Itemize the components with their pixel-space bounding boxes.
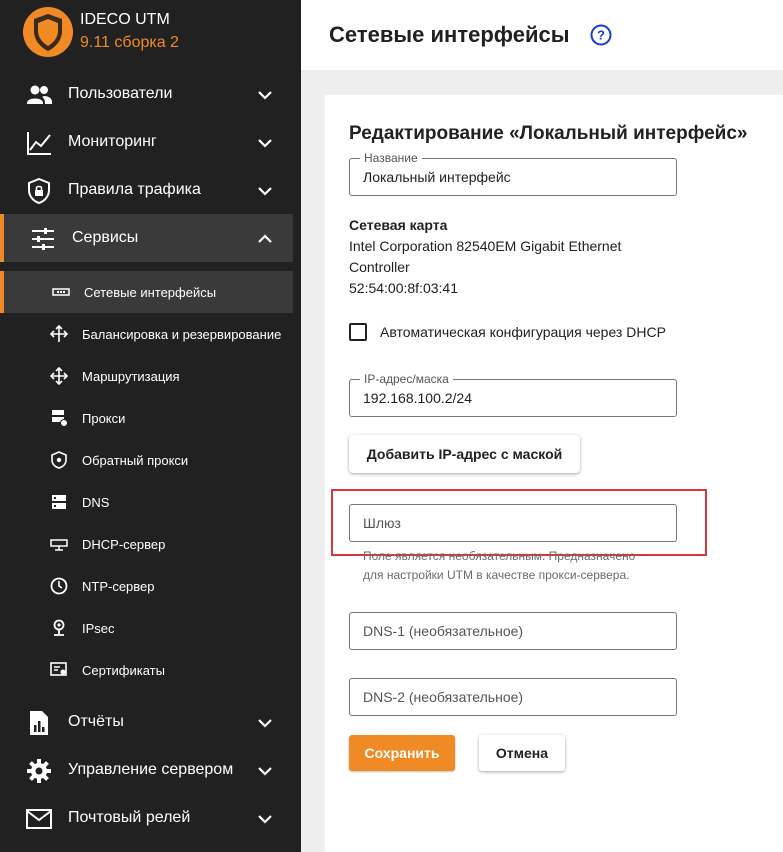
sidebar-item-label: Почтовый релей	[68, 809, 191, 826]
sidebar-item-label: Правила трафика	[68, 181, 201, 198]
sidebar-subitem-label: Балансировка и резервирование	[82, 326, 282, 342]
sidebar-subitem-network-interfaces[interactable]: Сетевые интерфейсы	[0, 271, 293, 313]
balance-icon	[50, 325, 68, 342]
sidebar-subitem-label: DHCP-сервер	[82, 536, 166, 552]
chevron-down-icon	[258, 767, 272, 776]
shield-lock-icon	[28, 178, 50, 204]
nic-title: Сетевая карта	[349, 217, 448, 233]
active-indicator	[0, 271, 4, 313]
sidebar: IDECO UTM 9.11 сборка 2 Пользователи Мон…	[0, 0, 301, 852]
app-version: 9.11 сборка 2	[80, 34, 179, 51]
gateway-placeholder: Шлюз	[363, 515, 401, 531]
gateway-hint-line: для настройки UTM в качестве прокси-серв…	[363, 568, 630, 582]
dhcp-checkbox[interactable]	[349, 323, 367, 341]
sidebar-subitem-reverse-proxy[interactable]: Обратный прокси	[0, 439, 293, 481]
help-icon[interactable]: ?	[590, 24, 612, 46]
sidebar-item-label: Управление сервером	[68, 761, 234, 778]
sidebar-subitem-label: Прокси	[82, 410, 126, 426]
sidebar-subitem-dns[interactable]: DNS	[0, 481, 293, 523]
chevron-down-icon	[258, 815, 272, 824]
nic-mac: 52:54:00:8f:03:41	[349, 280, 458, 296]
dns-icon	[52, 495, 66, 509]
edit-interface-card: Редактирование «Локальный интерфейс» Наз…	[325, 95, 783, 852]
active-indicator	[0, 214, 4, 262]
form-title: Редактирование «Локальный интерфейс»	[349, 123, 748, 144]
sidebar-subitem-certificates[interactable]: Сертификаты	[0, 649, 293, 691]
dns2-placeholder: DNS-2 (необязательное)	[363, 689, 524, 705]
sidebar-item-label: Отчёты	[68, 713, 124, 730]
routing-icon	[50, 367, 68, 385]
ipsec-icon	[53, 619, 65, 636]
chevron-down-icon	[258, 139, 272, 148]
dhcp-checkbox-label: Автоматическая конфигурация через DHCP	[380, 324, 666, 340]
chevron-up-icon	[258, 234, 272, 243]
sidebar-subitem-label: DNS	[82, 494, 110, 510]
chevron-down-icon	[258, 187, 272, 196]
name-field[interactable]: Название Локальный интерфейс	[349, 151, 677, 196]
gateway-hint-line: Поле является необязательным. Предназнач…	[363, 549, 636, 563]
shield-logo-icon	[23, 7, 73, 57]
sidebar-item-label: Сервисы	[72, 229, 139, 246]
ip-mask-field-value: 192.168.100.2/24	[363, 390, 472, 406]
nic-model: Intel Corporation 82540EM Gigabit Ethern…	[349, 238, 622, 254]
certificate-icon	[50, 662, 67, 676]
sidebar-item-server-management[interactable]: Управление сервером	[0, 746, 293, 794]
sidebar-subitem-proxy[interactable]: Прокси	[0, 397, 293, 439]
sidebar-item-services[interactable]: Сервисы	[0, 214, 293, 262]
name-field-value: Локальный интерфейс	[363, 169, 511, 185]
sidebar-subitem-balancing[interactable]: Балансировка и резервирование	[0, 313, 293, 355]
ip-mask-field[interactable]: IP-адрес/маска 192.168.100.2/24	[349, 372, 677, 417]
chart-line-icon	[27, 132, 51, 155]
sidebar-subitem-ntp[interactable]: NTP-сервер	[0, 565, 293, 607]
sidebar-item-traffic-rules[interactable]: Правила трафика	[0, 166, 293, 214]
brand: IDECO UTM 9.11 сборка 2	[22, 6, 179, 58]
ip-mask-field-label: IP-адрес/маска	[360, 372, 453, 386]
sidebar-item-users[interactable]: Пользователи	[0, 70, 293, 118]
cancel-button[interactable]: Отмена	[479, 735, 565, 771]
reverse-proxy-icon	[51, 451, 67, 469]
mail-icon	[26, 809, 52, 829]
sidebar-subitem-label: NTP-сервер	[82, 578, 155, 594]
users-icon	[27, 85, 52, 104]
gateway-hint: Поле является необязательным. Предназнач…	[363, 547, 683, 585]
sidebar-item-reports[interactable]: Отчёты	[0, 698, 293, 746]
sidebar-subitem-label: Сертификаты	[82, 662, 165, 678]
network-card-icon	[52, 288, 70, 296]
sidebar-item-monitoring[interactable]: Мониторинг	[0, 118, 293, 166]
dhcp-checkbox-row[interactable]: Автоматическая конфигурация через DHCP	[349, 323, 666, 341]
svg-text:?: ?	[597, 28, 605, 43]
name-field-label: Название	[360, 151, 422, 165]
chevron-down-icon	[258, 719, 272, 728]
sidebar-item-label: Мониторинг	[68, 133, 157, 150]
dns2-field[interactable]: DNS-2 (необязательное)	[349, 678, 677, 716]
dhcp-icon	[50, 539, 68, 551]
page-header: Сетевые интерфейсы ?	[301, 0, 783, 70]
dns1-placeholder: DNS-1 (необязательное)	[363, 623, 524, 639]
dns1-field[interactable]: DNS-1 (необязательное)	[349, 612, 677, 650]
report-icon	[30, 711, 48, 735]
sidebar-item-mail-relay[interactable]: Почтовый релей	[0, 794, 293, 842]
page-title: Сетевые интерфейсы	[329, 22, 570, 47]
gear-icon	[27, 759, 51, 783]
sidebar-subitem-label: Маршрутизация	[82, 368, 180, 384]
sidebar-subitem-routing[interactable]: Маршрутизация	[0, 355, 293, 397]
gateway-field[interactable]: Шлюз	[349, 504, 677, 542]
chevron-down-icon	[258, 91, 272, 100]
add-ip-button[interactable]: Добавить IP-адрес с маской	[349, 435, 580, 473]
save-button[interactable]: Сохранить	[349, 735, 455, 771]
clock-icon	[50, 577, 68, 595]
sidebar-subitem-label: Обратный прокси	[82, 452, 189, 468]
sliders-icon	[32, 228, 54, 250]
sidebar-subitem-label: IPsec	[82, 620, 115, 636]
sidebar-subitem-dhcp[interactable]: DHCP-сервер	[0, 523, 293, 565]
sidebar-subitem-ipsec[interactable]: IPsec	[0, 607, 293, 649]
proxy-icon	[52, 410, 68, 427]
app-title: IDECO UTM	[80, 11, 170, 28]
sidebar-item-label: Пользователи	[68, 85, 173, 102]
sidebar-subitem-label: Сетевые интерфейсы	[84, 284, 217, 300]
nic-model-cont: Controller	[349, 259, 410, 275]
